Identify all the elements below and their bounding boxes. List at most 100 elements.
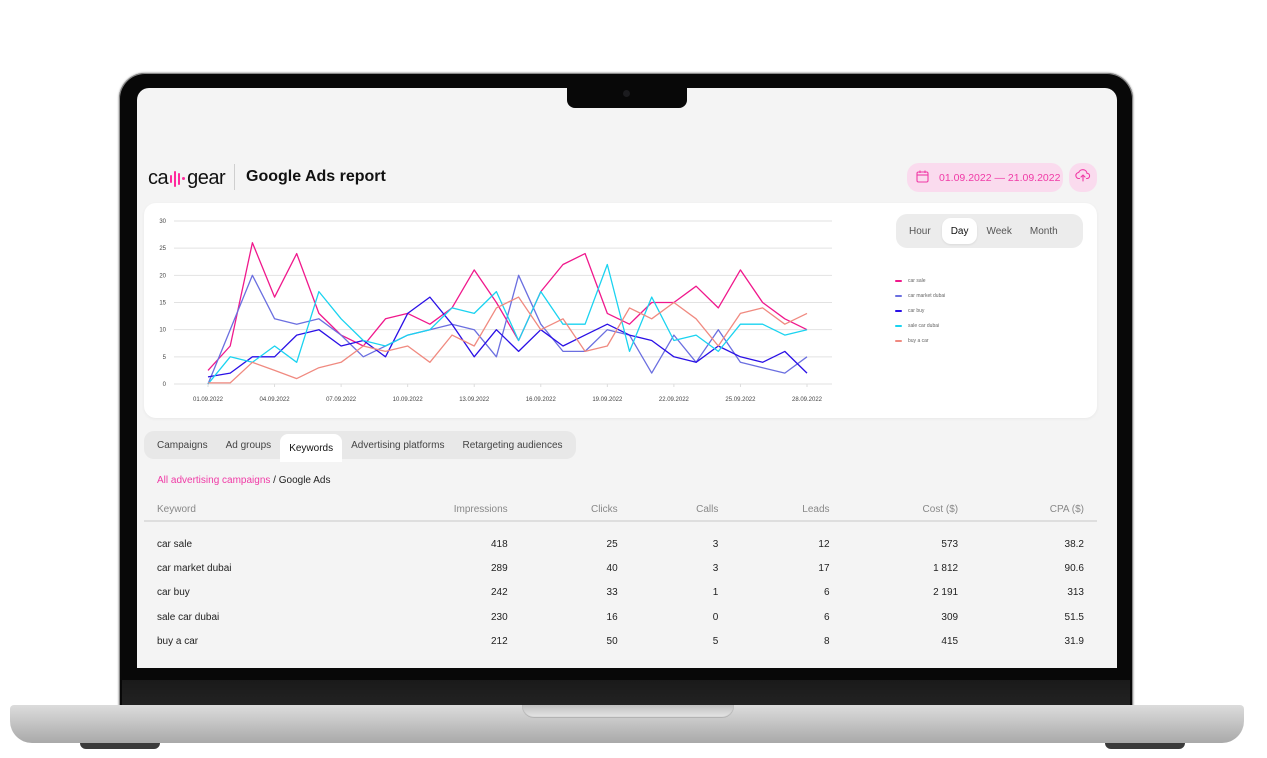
- chart-legend: car sale car market dubai car buy sale car …: [895, 273, 945, 348]
- y-tick-label: 10: [159, 328, 166, 334]
- column-header-clicks[interactable]: Clicks: [520, 498, 631, 522]
- cell-calls: 5: [712, 636, 719, 648]
- cell-leads: 6: [823, 611, 830, 623]
- table-row[interactable]: car buy 242 33 1 6 2 191 313: [144, 581, 1097, 605]
- cell-cpa: 313: [1067, 587, 1084, 599]
- legend-swatch: [895, 309, 902, 312]
- keywords-table: Keyword Impressions Clicks Calls Leads Cost (…: [144, 498, 1097, 654]
- app-header: ca gear Google Ads report 01.09.2022 — 2…: [148, 162, 1098, 194]
- cell-cpa: 38.2: [1064, 538, 1084, 550]
- column-header-calls[interactable]: Calls: [630, 498, 732, 522]
- y-tick-label: 5: [163, 355, 167, 361]
- y-tick-label: 30: [159, 219, 166, 225]
- cell-leads: 17: [818, 563, 830, 575]
- legend-label: sale car dubai: [908, 322, 940, 329]
- legend-item-buy-a-car[interactable]: buy a car: [895, 333, 945, 348]
- line-chart: 0 5 10 15 20 25 30 01.09.2022 04.09.2022 07.09.20…: [159, 219, 832, 403]
- cell-impressions: 418: [490, 538, 508, 550]
- logo-text-right: gear: [187, 167, 226, 189]
- laptop-chin: [122, 680, 1130, 705]
- cell-clicks: 50: [606, 636, 618, 648]
- callgear-logo: ca gear: [148, 167, 226, 190]
- calendar-icon: [916, 170, 929, 186]
- grid-lines: [174, 220, 832, 385]
- date-range-text: 01.09.2022 — 21.09.2022: [939, 171, 1061, 184]
- x-axis: 01.09.2022 04.09.2022 07.09.2022 10.09.2022…: [193, 384, 823, 403]
- cell-calls: 1: [712, 587, 719, 599]
- column-header-keyword[interactable]: Keyword: [144, 498, 354, 522]
- cell-keyword: sale car dubai: [157, 611, 220, 623]
- date-range-picker[interactable]: 01.09.2022 — 21.09.2022: [907, 163, 1063, 192]
- cell-impressions: 212: [490, 636, 508, 648]
- cell-clicks: 16: [606, 611, 618, 623]
- tab-advertising-platforms[interactable]: Advertising platforms: [342, 431, 453, 459]
- legend-swatch: [895, 279, 902, 282]
- breadcrumb-separator: /: [270, 475, 279, 486]
- table-row[interactable]: sale car dubai 230 16 0 6 309 51.5: [144, 605, 1097, 629]
- granularity-option-day[interactable]: Day: [941, 218, 978, 244]
- cell-keyword: car buy: [157, 587, 190, 599]
- tab-retargeting-audiences[interactable]: Retargeting audiences: [453, 431, 571, 459]
- table-spacer: [144, 521, 1097, 532]
- column-header-leads[interactable]: Leads: [731, 498, 843, 522]
- x-tick-label: 01.09.2022: [193, 397, 224, 403]
- cell-cpa: 51.5: [1064, 611, 1084, 623]
- x-tick-label: 07.09.2022: [326, 397, 357, 403]
- cell-keyword: car sale: [157, 538, 193, 550]
- y-tick-label: 0: [163, 382, 167, 388]
- cell-calls: 3: [712, 563, 719, 575]
- x-tick-label: 04.09.2022: [260, 397, 291, 403]
- cell-impressions: 242: [490, 587, 508, 599]
- legend-swatch: [895, 324, 902, 327]
- column-header-impressions[interactable]: Impressions: [353, 498, 521, 522]
- legend-label: car sale: [908, 277, 926, 284]
- header-divider: [234, 164, 235, 190]
- cell-keyword: buy a car: [157, 636, 199, 648]
- cell-leads: 8: [823, 636, 830, 648]
- logo-soundwave-icon: [170, 170, 186, 187]
- legend-swatch: [895, 294, 902, 297]
- column-header-cpa[interactable]: CPA ($): [971, 498, 1097, 522]
- cell-cost: 309: [941, 611, 959, 623]
- granularity-option-week[interactable]: Week: [977, 218, 1020, 244]
- cell-cpa: 31.9: [1064, 636, 1084, 648]
- table-row[interactable]: car sale 418 25 3 12 573 38.2: [144, 532, 1097, 556]
- x-tick-label: 16.09.2022: [526, 397, 557, 403]
- cell-leads: 6: [823, 587, 830, 599]
- series-line-car-buy[interactable]: [207, 296, 808, 378]
- legend-label: car buy: [908, 307, 925, 314]
- logo-text-left: ca: [148, 167, 169, 189]
- legend-item-sale-car-dubai[interactable]: sale car dubai: [895, 318, 945, 333]
- legend-item-car-market-dubai[interactable]: car market dubai: [895, 288, 945, 303]
- legend-item-car-buy[interactable]: car buy: [895, 303, 945, 318]
- cell-calls: 0: [712, 611, 719, 623]
- tab-keywords[interactable]: Keywords: [280, 434, 343, 462]
- x-tick-label: 19.09.2022: [592, 397, 623, 403]
- cell-clicks: 40: [606, 563, 618, 575]
- legend-label: car market dubai: [908, 292, 946, 299]
- spacer-cell: [144, 521, 1097, 532]
- tab-ad-groups[interactable]: Ad groups: [217, 431, 281, 459]
- report-tabs: Campaigns Ad groups Keywords Advertising pl…: [144, 431, 576, 462]
- table-row[interactable]: buy a car 212 50 5 8 415 31.9: [144, 630, 1097, 654]
- export-upload-button[interactable]: [1069, 163, 1097, 192]
- column-header-cost[interactable]: Cost ($): [842, 498, 972, 522]
- breadcrumb-current: Google Ads: [278, 475, 331, 486]
- cell-impressions: 230: [490, 611, 508, 623]
- cell-cost: 2 191: [933, 587, 959, 599]
- granularity-option-hour[interactable]: Hour: [900, 218, 940, 244]
- legend-item-car-sale[interactable]: car sale: [895, 273, 945, 288]
- table-header-row: Keyword Impressions Clicks Calls Leads Cost (…: [144, 498, 1097, 522]
- table-row[interactable]: car market dubai 289 40 3 17 1 812 90.6: [144, 556, 1097, 580]
- cell-cpa: 90.6: [1064, 563, 1084, 575]
- cell-cost: 1 812: [933, 563, 959, 575]
- cloud-upload-icon: [1075, 168, 1091, 187]
- y-tick-label: 20: [159, 273, 166, 279]
- x-tick-label: 22.09.2022: [659, 397, 690, 403]
- granularity-option-month[interactable]: Month: [1021, 218, 1067, 244]
- cell-cost: 573: [941, 538, 959, 550]
- tab-campaigns[interactable]: Campaigns: [148, 431, 217, 459]
- x-tick-label: 25.09.2022: [725, 397, 756, 403]
- breadcrumb-link-all-campaigns[interactable]: All advertising campaigns: [157, 475, 270, 486]
- x-tick-label: 10.09.2022: [393, 397, 424, 403]
